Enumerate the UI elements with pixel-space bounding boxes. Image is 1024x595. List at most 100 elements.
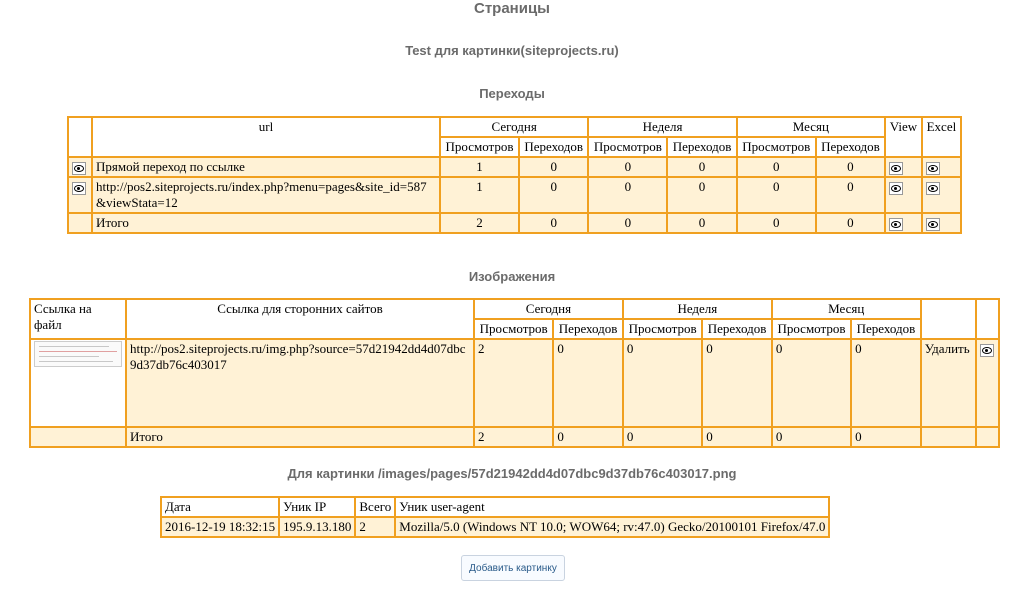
blank-cell <box>919 426 977 448</box>
transitions-title: Переходы <box>479 86 545 101</box>
header-clicks: Переходов <box>552 318 624 340</box>
eye-icon[interactable] <box>72 181 86 195</box>
stat-cell: 0 <box>666 156 738 178</box>
stat-cell: 0 <box>587 156 669 178</box>
eye-icon[interactable] <box>889 181 904 195</box>
excel-cell[interactable] <box>920 176 963 214</box>
stat-cell: 0 <box>735 176 817 214</box>
stat-cell: 0 <box>587 176 669 214</box>
delete-link[interactable]: Удалить <box>919 338 977 428</box>
stat-cell: 0 <box>666 212 738 234</box>
excel-cell[interactable] <box>920 156 963 178</box>
stat-cell: 0 <box>735 156 817 178</box>
stat-cell: 0 <box>850 338 922 428</box>
header-today: Сегодня <box>438 116 590 138</box>
header-user-agent: Уник user-agent <box>394 496 831 518</box>
view-cell[interactable] <box>884 212 923 234</box>
header-blank <box>919 298 977 340</box>
header-views: Просмотров <box>438 136 521 158</box>
header-month: Месяц <box>735 116 887 138</box>
detail-title: Для картинки /images/pages/57d21942dd4d0… <box>287 466 737 481</box>
header-view: View <box>884 116 923 158</box>
page-title: Страницы <box>474 0 550 17</box>
excel-cell[interactable] <box>920 212 963 234</box>
header-blank <box>974 298 1001 340</box>
eye-icon[interactable] <box>925 181 940 195</box>
eye-icon[interactable] <box>889 217 904 231</box>
header-week: Неделя <box>621 298 773 320</box>
header-views: Просмотров <box>621 318 704 340</box>
blank-cell <box>974 426 1001 448</box>
stat-cell: 0 <box>621 338 704 428</box>
header-views: Просмотров <box>770 318 853 340</box>
header-today: Сегодня <box>473 298 624 320</box>
total-row: Итого 2 0 0 0 0 0 <box>67 212 963 234</box>
site-title: Test для картинки(siteprojects.ru) <box>405 43 619 58</box>
stat-cell: 0 <box>587 212 669 234</box>
images-table: Ссылка на файл Ссылка для сторонних сайт… <box>29 298 1001 448</box>
header-blank <box>67 116 93 158</box>
stat-cell: 0 <box>552 338 624 428</box>
image-thumbnail[interactable] <box>34 341 122 367</box>
stat-cell: 0 <box>850 426 922 448</box>
table-row: http://pos2.siteprojects.ru/index.php?me… <box>67 176 963 214</box>
eye-icon[interactable] <box>925 161 940 175</box>
stat-cell: 0 <box>770 426 853 448</box>
stat-cell: 0 <box>814 156 887 178</box>
header-clicks: Переходов <box>701 318 773 340</box>
eye-icon[interactable] <box>979 343 994 357</box>
view-cell[interactable] <box>974 338 1001 428</box>
table-row: Прямой переход по ссылке 1 0 0 0 0 0 <box>67 156 963 178</box>
table-row: 2016-12-19 18:32:15 195.9.13.180 2 Mozil… <box>159 516 831 538</box>
header-week: Неделя <box>587 116 738 138</box>
header-url: url <box>91 116 441 158</box>
header-ip: Уник IP <box>278 496 357 518</box>
header-clicks: Переходов <box>666 136 738 158</box>
stat-cell: 0 <box>814 212 887 234</box>
total-cell: 2 <box>354 516 397 538</box>
images-title: Изображения <box>468 269 556 284</box>
header-file: Ссылка на файл <box>29 298 127 340</box>
header-clicks: Переходов <box>850 318 922 340</box>
stat-cell: 2 <box>472 426 555 448</box>
header-clicks: Переходов <box>814 136 887 158</box>
stat-cell: 0 <box>814 176 887 214</box>
url-cell: Прямой переход по ссылке <box>91 156 441 178</box>
header-views: Просмотров <box>735 136 817 158</box>
stat-cell: 0 <box>552 426 624 448</box>
stat-cell: 0 <box>770 338 853 428</box>
stat-cell: 0 <box>518 212 590 234</box>
user-agent-cell: Mozilla/5.0 (Windows NT 10.0; WOW64; rv:… <box>394 516 831 538</box>
stat-cell: 0 <box>666 176 738 214</box>
header-clicks: Переходов <box>518 136 590 158</box>
thumbnail-cell[interactable] <box>29 338 127 428</box>
view-cell[interactable] <box>884 156 923 178</box>
transitions-table: url Сегодня Неделя Месяц View Excel Прос… <box>67 116 963 234</box>
detail-table: Дата Уник IP Всего Уник user-agent 2016-… <box>159 496 831 538</box>
row-toggle[interactable] <box>67 156 93 178</box>
view-cell[interactable] <box>884 176 923 214</box>
stat-cell: 0 <box>701 338 773 428</box>
eye-icon[interactable] <box>72 161 86 175</box>
header-excel: Excel <box>920 116 963 158</box>
stat-cell: 2 <box>438 212 521 234</box>
stat-cell: 0 <box>701 426 773 448</box>
table-row: http://pos2.siteprojects.ru/img.php?sour… <box>29 338 1001 428</box>
stat-cell: 0 <box>518 156 590 178</box>
stat-cell: 2 <box>472 338 555 428</box>
total-row: Итого 2 0 0 0 0 0 <box>29 426 1001 448</box>
eye-icon[interactable] <box>889 161 904 175</box>
external-link-cell[interactable]: http://pos2.siteprojects.ru/img.php?sour… <box>125 338 475 428</box>
add-image-button[interactable]: Добавить картинку <box>461 555 565 581</box>
total-label: Итого <box>91 212 441 234</box>
header-external: Ссылка для сторонних сайтов <box>125 298 475 340</box>
url-cell: http://pos2.siteprojects.ru/index.php?me… <box>91 176 441 214</box>
date-cell: 2016-12-19 18:32:15 <box>159 516 281 538</box>
stat-cell: 0 <box>621 426 704 448</box>
eye-icon[interactable] <box>925 217 940 231</box>
stat-cell: 0 <box>735 212 817 234</box>
blank-cell <box>67 212 93 234</box>
header-month: Месяц <box>770 298 922 320</box>
header-date: Дата <box>159 496 281 518</box>
row-toggle[interactable] <box>67 176 93 214</box>
